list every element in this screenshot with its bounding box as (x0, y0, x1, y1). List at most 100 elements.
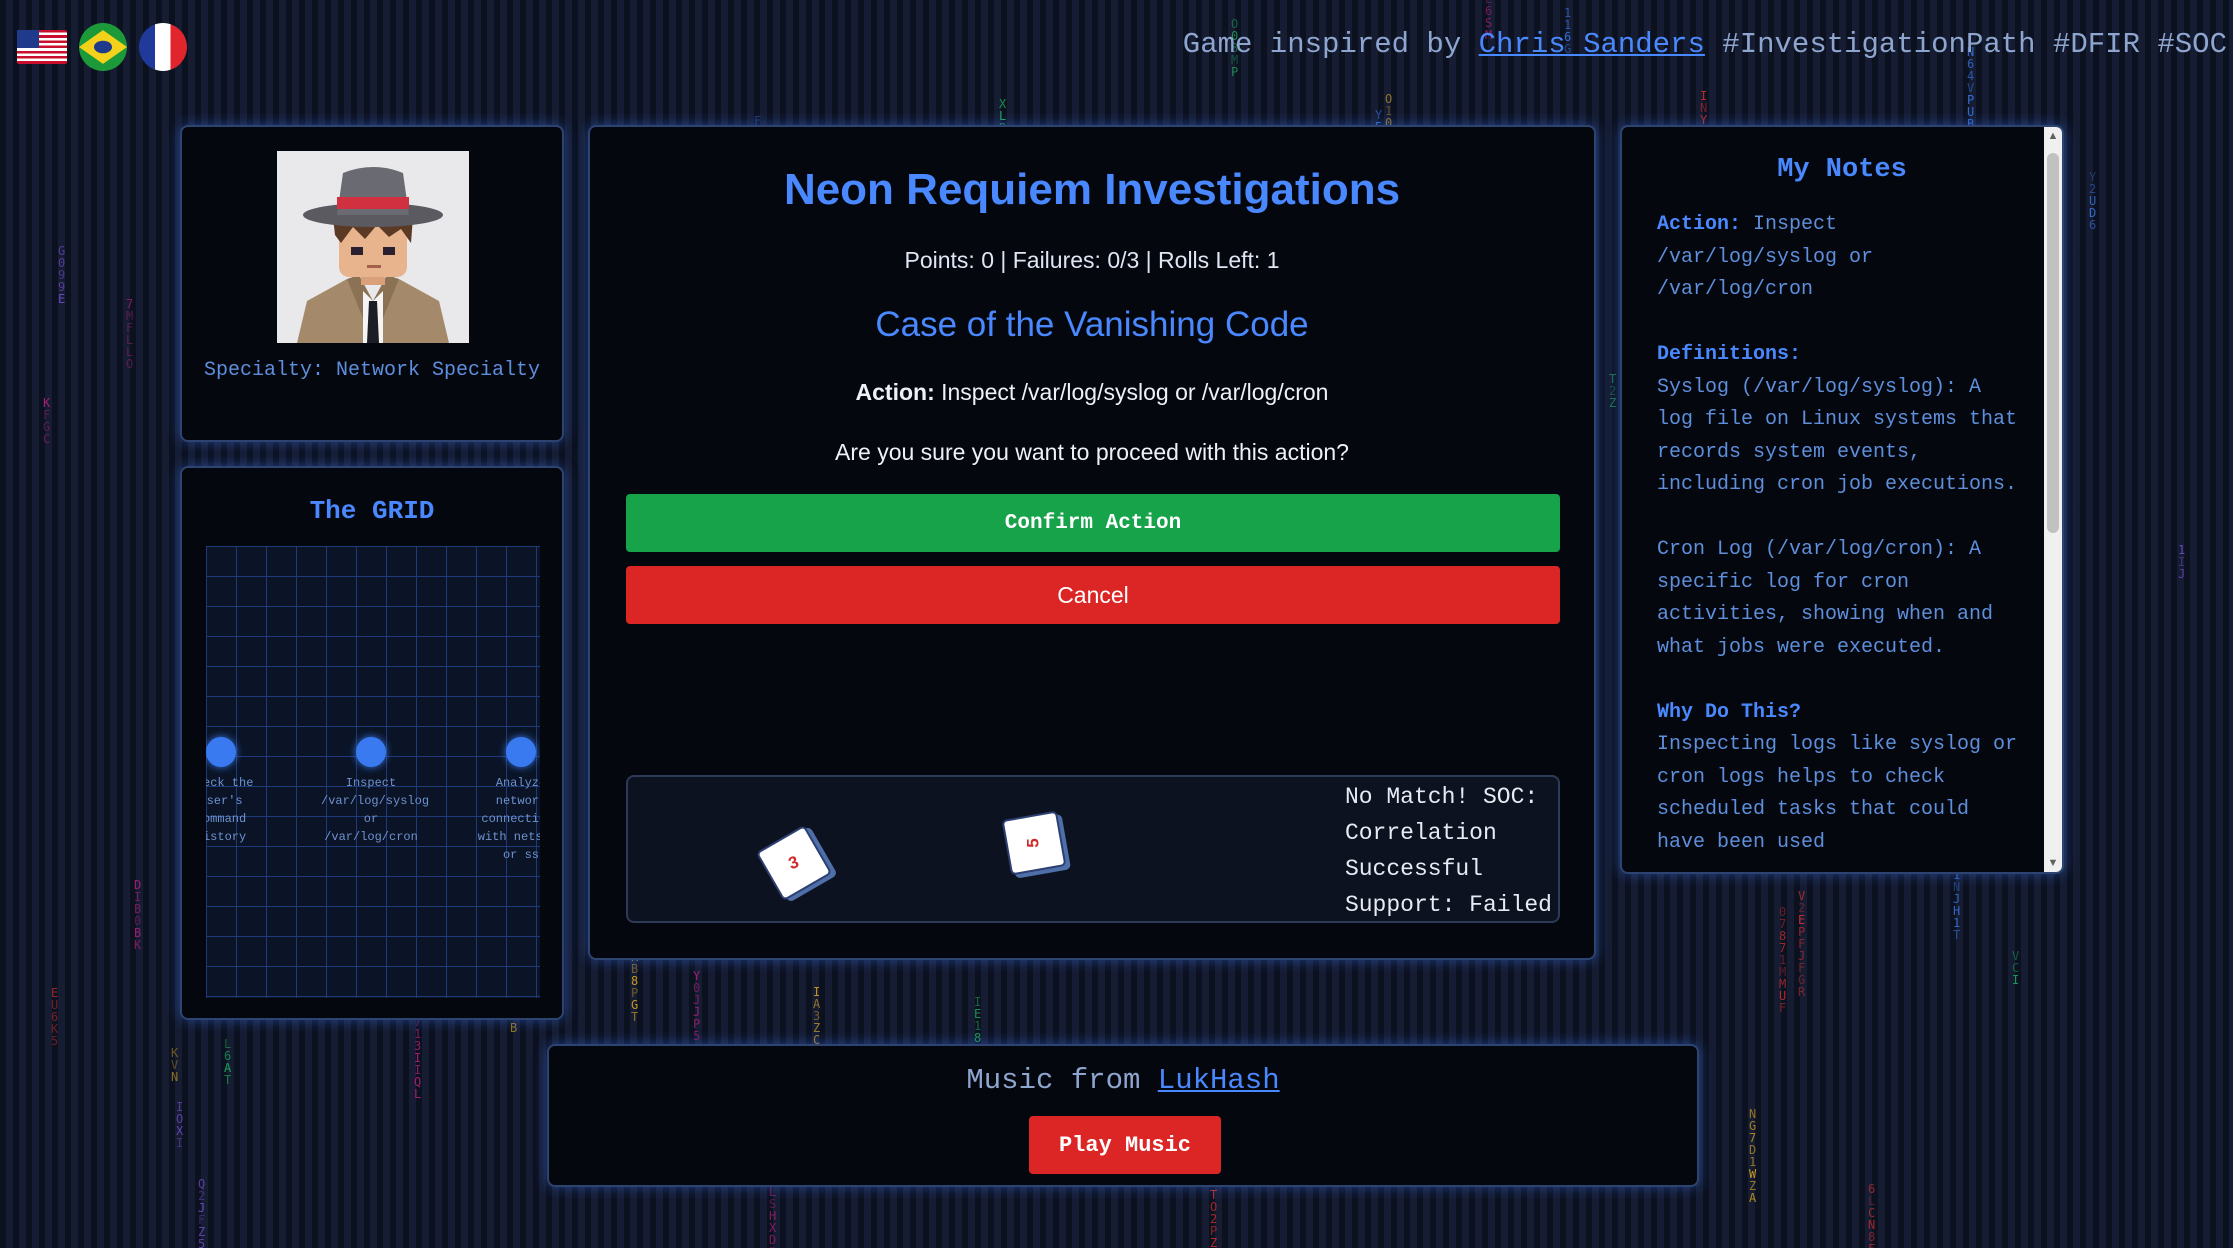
brazil-flag-icon[interactable] (79, 23, 127, 71)
scroll-up-icon[interactable]: ▲ (2044, 127, 2062, 145)
rain-glyph: M (1779, 977, 1786, 991)
rain-glyph: W (1749, 1167, 1757, 1181)
rain-glyph: O (1385, 92, 1392, 106)
notes-scrollbar[interactable]: ▲ ▼ (2044, 127, 2062, 872)
music-panel: Music from LukHash Play Music (547, 1044, 1699, 1187)
rain-glyph: 1 (974, 1019, 981, 1033)
profile-card: Specialty: Network Specialty (180, 125, 564, 442)
rain-glyph: F (1798, 961, 1805, 975)
rain-glyph: 0 (134, 914, 141, 928)
language-selector (17, 23, 187, 71)
rain-glyph: 0 (58, 256, 65, 270)
credit-link[interactable]: Chris Sanders (1479, 28, 1705, 61)
rain-glyph: 4 (1967, 69, 1974, 83)
rain-glyph: P (1798, 925, 1805, 939)
rain-glyph: U (1779, 989, 1786, 1003)
case-title: Case of the Vanishing Code (875, 305, 1309, 344)
play-music-button[interactable]: Play Music (1029, 1116, 1221, 1174)
rain-glyph: J (1798, 949, 1805, 963)
rain-glyph: Z (198, 1225, 205, 1239)
rain-glyph: J (693, 993, 700, 1007)
grid-board: Check the user's command history Inspect… (206, 546, 540, 998)
rain-glyph: X (999, 97, 1007, 111)
rain-glyph: 6 (224, 1049, 231, 1063)
rain-glyph: O (1210, 1200, 1217, 1214)
rain-glyph: 1 (1385, 104, 1392, 118)
rain-glyph: D (134, 878, 141, 892)
rain-glyph: 1 (1953, 916, 1960, 930)
confirm-action-button[interactable]: Confirm Action (626, 494, 1560, 552)
rain-glyph: 3 (813, 1009, 820, 1023)
rain-glyph: Z (1609, 396, 1616, 410)
rain-glyph: F (1868, 1242, 1875, 1248)
rain-glyph: G (631, 998, 638, 1012)
notes-panel[interactable]: My Notes Action: Inspect /var/log/syslog… (1620, 125, 2064, 874)
rain-glyph: D (769, 1233, 776, 1247)
rain-glyph: I (2012, 973, 2019, 987)
scroll-thumb[interactable] (2047, 153, 2059, 533)
rain-glyph: Q (414, 1075, 421, 1089)
rain-glyph: 0 (1779, 905, 1786, 919)
rain-glyph: Z (813, 1021, 820, 1035)
music-prefix: Music from (966, 1064, 1158, 1097)
rain-glyph: 1 (1779, 953, 1786, 967)
syslog-definition: Syslog (/var/log/syslog): A log file on … (1657, 375, 2030, 497)
rain-glyph: L (126, 333, 133, 347)
rain-glyph: 1 (2178, 543, 2185, 557)
rain-glyph: C (1868, 1206, 1875, 1220)
grid-node[interactable] (206, 737, 236, 767)
grid-node-label: Inspect /var/log/syslog or /var/log/cron (321, 776, 430, 844)
dice-result-box: 3 5 No Match! SOC: Correlation Successfu… (626, 775, 1560, 923)
current-action: Action: Inspect /var/log/syslog or /var/… (590, 379, 1594, 406)
rain-glyph: N (171, 1070, 178, 1084)
rain-glyph: T (224, 1073, 231, 1087)
rain-glyph: L (224, 1037, 231, 1051)
rain-glyph: I (974, 995, 981, 1009)
note-action-label: Action: (1657, 213, 1742, 236)
rain-glyph: N (1749, 1107, 1756, 1121)
game-title: Neon Requiem Investigations (783, 165, 1401, 214)
rain-glyph: I (1700, 89, 1707, 103)
rain-glyph: 1 (1564, 6, 1571, 20)
rain-glyph: 8 (1779, 929, 1786, 943)
rain-glyph: L (414, 1087, 421, 1101)
scroll-down-icon[interactable]: ▼ (2044, 854, 2062, 872)
rain-glyph: L (126, 345, 133, 359)
rain-glyph: P (1967, 93, 1974, 107)
grid-node[interactable] (356, 737, 386, 767)
rain-glyph: F (198, 1213, 205, 1227)
rain-glyph: U (51, 998, 58, 1012)
rain-glyph: J (1953, 892, 1960, 906)
grid-panel: The GRID Check the user's command histor… (180, 466, 564, 1020)
action-label: Action: (855, 379, 935, 405)
confirm-question: Are you sure you want to proceed with th… (835, 439, 1349, 465)
rain-glyph: I (176, 1100, 183, 1114)
rain-glyph: 7 (1779, 941, 1786, 955)
rain-glyph: V (2012, 949, 2019, 963)
rain-glyph: G (43, 420, 50, 434)
rain-glyph: A (813, 997, 821, 1011)
rain-glyph: B (134, 902, 141, 916)
rain-glyph: T (631, 1010, 638, 1024)
rain-glyph: 2 (1798, 901, 1805, 915)
rain-glyph: I (176, 1136, 183, 1150)
rain-glyph: K (51, 1022, 59, 1036)
rain-glyph: T (1210, 1188, 1217, 1202)
rain-glyph: A (224, 1061, 232, 1075)
us-flag-icon[interactable] (17, 30, 67, 64)
rain-glyph: K (134, 938, 142, 952)
rain-glyph: G (58, 244, 65, 258)
cancel-button[interactable]: Cancel (626, 566, 1560, 624)
music-link[interactable]: LukHash (1158, 1064, 1280, 1097)
result-line: Support: Failed (1344, 892, 1552, 918)
france-flag-icon[interactable] (139, 23, 187, 71)
note-why-text: Inspecting logs like syslog or cron logs… (1657, 733, 2030, 854)
rain-glyph: 6 (1868, 1182, 1875, 1196)
rain-glyph: O (176, 1112, 183, 1126)
rain-glyph: E (51, 986, 58, 1000)
rain-glyph: D (2089, 206, 2096, 220)
rain-glyph: B (510, 1021, 517, 1035)
rain-glyph: F (126, 321, 133, 335)
grid-node[interactable] (506, 737, 536, 767)
action-text: Inspect /var/log/syslog or /var/log/cron (934, 379, 1329, 405)
